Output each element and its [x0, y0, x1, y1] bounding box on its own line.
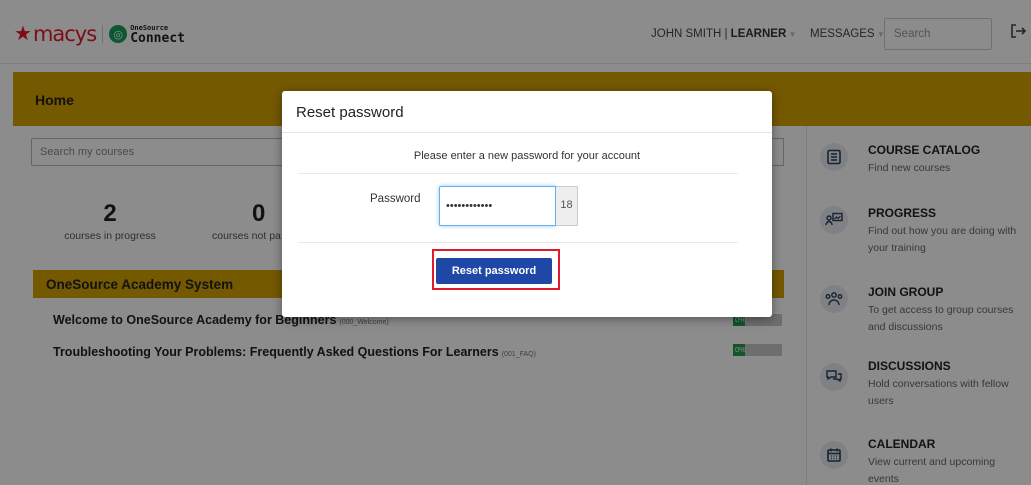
password-char-count: 18 — [556, 186, 578, 226]
dialog-message: Please enter a new password for your acc… — [413, 150, 641, 162]
password-label: Password — [370, 193, 421, 205]
divider — [298, 173, 738, 174]
password-field[interactable]: •••••••••••• — [439, 186, 556, 226]
divider — [298, 242, 738, 243]
dialog-title: Reset password — [296, 104, 404, 121]
reset-password-dialog: Reset password Please enter a new passwo… — [282, 91, 772, 317]
dialog-header: Reset password — [282, 91, 772, 133]
reset-password-button[interactable]: Reset password — [436, 258, 552, 284]
